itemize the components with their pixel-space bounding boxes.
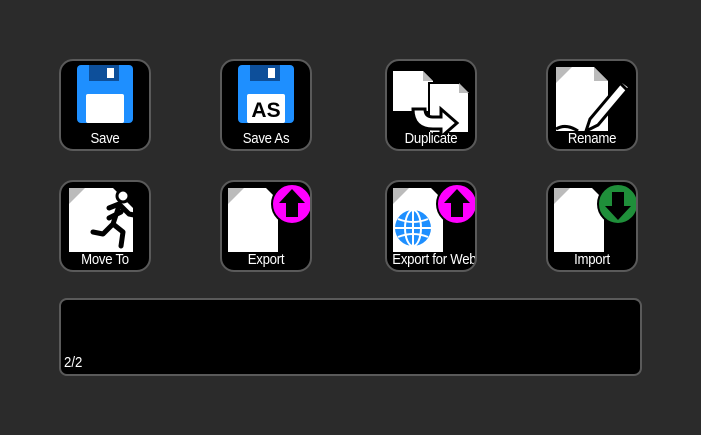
move-to-label: Move To	[81, 251, 129, 268]
export-for-web-label: Export for Web	[392, 251, 477, 268]
page-indicator: 2/2	[64, 354, 83, 371]
export-label: Export	[247, 251, 285, 268]
save-button[interactable]: Save	[59, 59, 151, 151]
save-as-badge: AS	[251, 99, 280, 122]
duplicate-button[interactable]: Duplicate	[385, 59, 477, 151]
status-panel: 2/2	[59, 298, 642, 376]
import-label: Import	[574, 251, 610, 268]
export-for-web-button[interactable]: Export for Web	[385, 180, 477, 272]
move-to-button[interactable]: Move To	[59, 180, 151, 272]
export-button[interactable]: Export	[220, 180, 312, 272]
duplicate-label: Duplicate	[404, 130, 458, 147]
save-as-label: Save As	[242, 130, 290, 147]
rename-label: Rename	[567, 130, 617, 147]
rename-button[interactable]: Rename	[546, 59, 638, 151]
import-button[interactable]: Import	[546, 180, 638, 272]
save-label: Save	[90, 130, 120, 147]
save-as-button[interactable]: AS Save As	[220, 59, 312, 151]
